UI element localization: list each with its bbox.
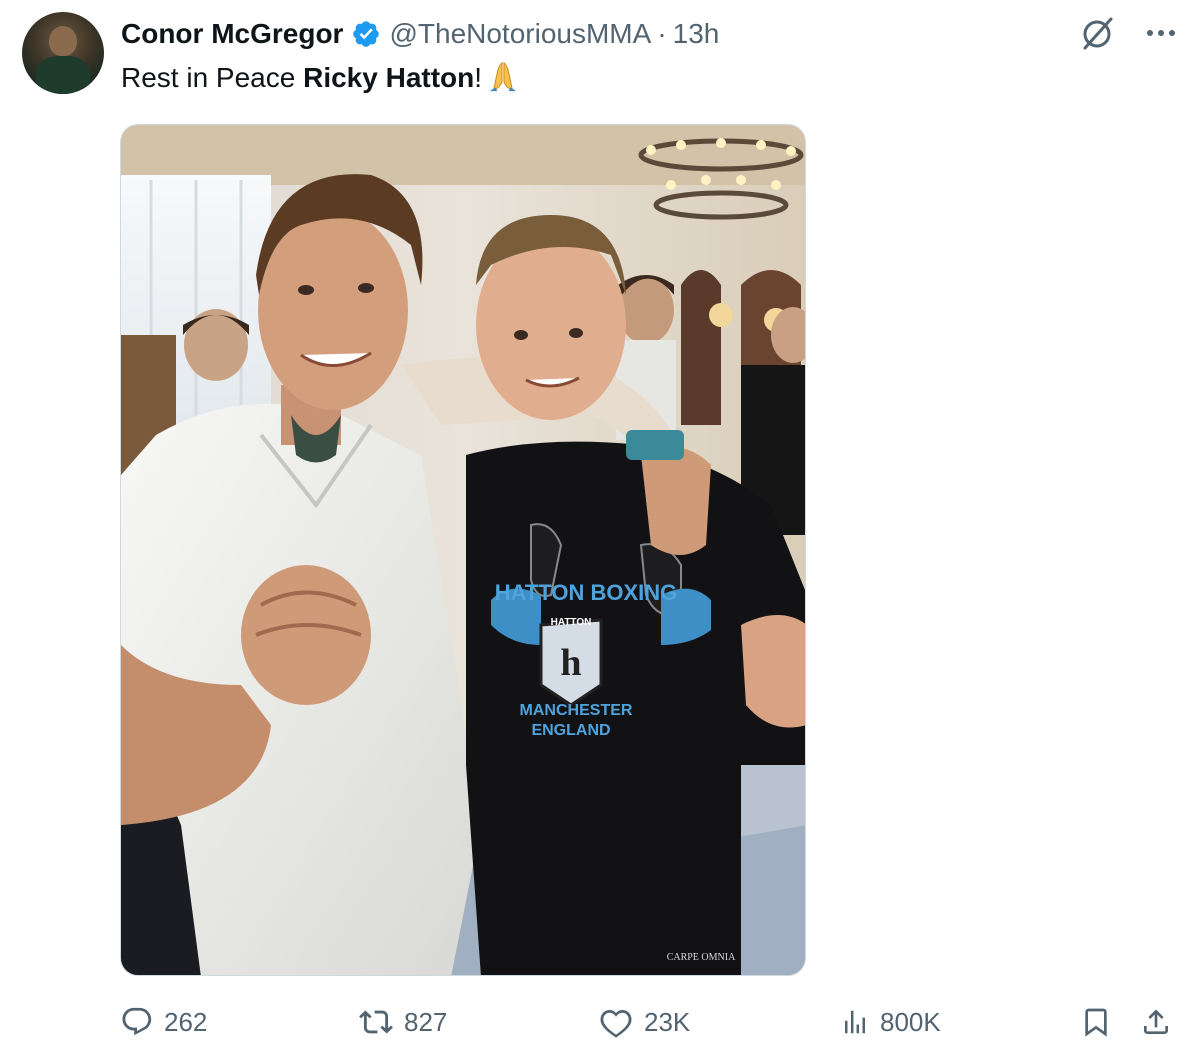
- avatar-body: [36, 56, 90, 94]
- share-action[interactable]: [1140, 1002, 1172, 1042]
- shirt-text-city: MANCHESTER: [520, 702, 633, 719]
- like-action[interactable]: 23K: [598, 1002, 690, 1042]
- verified-badge-icon: [353, 21, 380, 47]
- grok-icon[interactable]: [1078, 14, 1116, 52]
- tweet-text-prefix: Rest in Peace: [121, 62, 304, 93]
- reply-action[interactable]: 262: [120, 1002, 207, 1042]
- shirt-text-country: ENGLAND: [531, 722, 610, 739]
- like-count: 23K: [644, 1006, 691, 1037]
- repost-count: 827: [404, 1006, 448, 1037]
- separator-dot: ·: [657, 18, 667, 49]
- author-handle[interactable]: @TheNotoriousMMA: [389, 18, 651, 50]
- shirt-badge-text: HATTON: [551, 617, 592, 628]
- avatar-face: [49, 26, 77, 56]
- tweet-text: Rest in Peace Ricky Hatton!: [121, 58, 520, 98]
- tweet-text-suffix: !: [474, 62, 483, 93]
- heart-icon: [600, 1009, 632, 1038]
- bookmark-action[interactable]: [1080, 1002, 1112, 1042]
- analytics-bar-icon: [845, 1010, 865, 1034]
- reply-icon: [122, 1007, 152, 1036]
- tweet-timestamp[interactable]: 13h: [673, 18, 720, 50]
- tweet-top-actions: [1078, 14, 1176, 52]
- more-options-icon[interactable]: [1146, 28, 1176, 38]
- pants-text: CARPE OMNIA: [667, 952, 736, 963]
- author-avatar[interactable]: [22, 12, 104, 94]
- tweet-header: Conor McGregor @TheNotoriousMMA · 13h: [121, 14, 719, 54]
- reply-count: 262: [164, 1006, 208, 1037]
- bookmark-icon: [1085, 1008, 1107, 1037]
- share-upload-icon: [1144, 1009, 1168, 1034]
- tweet-action-bar: 262 827 23K 800K: [120, 1002, 1180, 1042]
- tweet-photo[interactable]: h HATTON BOXING MANCHESTER ENGLAND HATTO…: [120, 124, 806, 976]
- svg-text:h: h: [560, 642, 581, 684]
- tweet-bold-name: Ricky Hatton: [303, 62, 475, 93]
- shirt-text-brand: HATTON BOXING: [495, 580, 678, 605]
- folded-hands-emoji-icon: [489, 61, 517, 92]
- views-count: 800K: [880, 1006, 941, 1037]
- photo-illustration: h HATTON BOXING MANCHESTER ENGLAND HATTO…: [121, 125, 805, 975]
- author-name[interactable]: Conor McGregor: [121, 18, 343, 50]
- repost-action[interactable]: 827: [358, 1002, 447, 1042]
- repost-icon: [359, 1010, 393, 1034]
- views-action[interactable]: 800K: [840, 1002, 941, 1042]
